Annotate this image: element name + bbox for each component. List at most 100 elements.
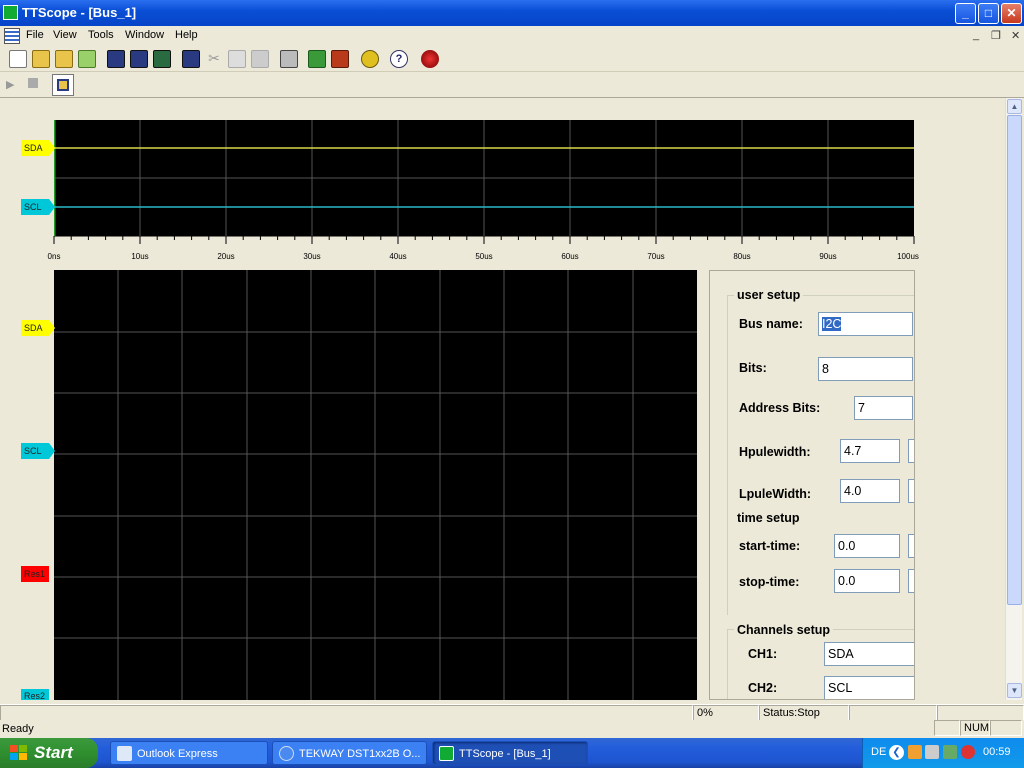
window-title: TTScope - [Bus_1] [22,5,137,20]
print-icon[interactable] [280,50,298,68]
cut-icon[interactable]: ✂ [205,50,223,68]
start-button[interactable]: Start [0,738,98,768]
lpulse-unit-field[interactable] [908,479,914,503]
signal-icon[interactable] [943,745,957,759]
menu-tools[interactable]: Tools [88,29,114,41]
time-tick-7: 70us [647,252,665,261]
scroll-up-arrow-icon[interactable]: ▲ [1007,99,1022,114]
main-scl-tag[interactable]: SCL [21,443,55,459]
disconnect-icon[interactable] [331,50,349,68]
lpulse-label: LpuleWidth: [739,487,812,501]
main-res2-tag[interactable]: Res2 [21,689,49,700]
main-plot[interactable] [54,270,697,700]
settings-gear-icon[interactable] [361,50,379,68]
hpulse-unit-field[interactable] [908,439,914,463]
internet-explorer-icon [279,746,294,761]
close-button[interactable]: ✕ [1001,3,1022,24]
progress-text: 0% [693,705,759,721]
clock[interactable]: 00:59 [983,746,1011,758]
status-pane-4 [937,705,1024,721]
menu-view[interactable]: View [53,29,77,41]
bits-label: Bits: [739,361,767,375]
hpulse-input[interactable]: 4.7 [840,439,900,463]
stop-icon[interactable] [28,78,38,88]
time-tick-3: 30us [303,252,321,261]
save-icon[interactable] [107,50,125,68]
start-label: Start [34,743,73,762]
copy-icon[interactable] [228,50,246,68]
setup-panel: user setup Bus name: I2C Bits: 8 Address… [709,270,915,700]
task-ttscope[interactable]: TTScope - [Bus_1] [432,741,588,765]
num-lock-indicator: NUM [960,720,990,736]
vertical-scrollbar[interactable]: ▲ ▼ [1005,98,1022,700]
menu-window[interactable]: Window [125,29,164,41]
play-icon[interactable]: ▶ [6,78,14,91]
start-time-unit-field[interactable] [908,534,914,558]
save-as-icon[interactable] [130,50,148,68]
stop-time-unit-field[interactable] [908,569,914,593]
time-axis [53,236,915,244]
record-icon[interactable] [421,50,439,68]
tray-app-icon[interactable] [908,745,922,759]
window-view-icon[interactable] [52,74,74,96]
overview-scl-tag[interactable]: SCL [21,199,55,215]
open-recent-icon[interactable] [78,50,96,68]
main-res1-tag[interactable]: Res1 [21,566,49,582]
time-setup-title: time setup [734,511,803,525]
task-tekway[interactable]: TEKWAY DST1xx2B O... [272,741,427,765]
start-time-input[interactable]: 0.0 [834,534,900,558]
language-indicator[interactable]: DE [871,746,886,758]
security-icon[interactable] [961,745,975,759]
windows-logo-icon [10,745,27,760]
app-icon[interactable] [3,5,18,20]
hpulse-label: Hpulewidth: [739,445,811,459]
network-icon[interactable] [925,745,939,759]
menu-help[interactable]: Help [175,29,198,41]
mdi-close-button[interactable]: ✕ [1011,29,1020,42]
time-tick-0: 0ns [47,252,61,261]
time-tick-8: 80us [733,252,751,261]
stop-time-input[interactable]: 0.0 [834,569,900,593]
menu-file[interactable]: File [26,29,44,41]
scroll-down-arrow-icon[interactable]: ▼ [1007,683,1022,698]
mdi-minimize-button[interactable]: _ [973,29,979,41]
lpulse-input[interactable]: 4.0 [840,479,900,503]
time-tick-4: 40us [389,252,407,261]
address-bits-label: Address Bits: [739,401,821,415]
time-tick-2: 20us [217,252,235,261]
time-tick-6: 60us [561,252,579,261]
open-folder-icon[interactable] [32,50,50,68]
ch2-label: CH2: [748,681,778,695]
open-folder-alt-icon[interactable] [55,50,73,68]
paste-icon[interactable] [251,50,269,68]
overview-sda-tag[interactable]: SDA [21,140,55,156]
stop-time-label: stop-time: [739,575,800,589]
outlook-express-icon [117,746,132,761]
ttscope-icon [439,746,454,761]
bus-name-label: Bus name: [739,317,803,331]
help-icon[interactable]: ? [390,50,408,68]
ch1-input[interactable]: SDA [824,642,914,666]
bus-name-input[interactable]: I2C [818,312,913,336]
minimize-button[interactable]: _ [955,3,976,24]
address-bits-input[interactable]: 7 [854,396,913,420]
new-file-icon[interactable] [9,50,27,68]
mdi-restore-button[interactable]: ❐ [991,29,1001,42]
bits-input[interactable]: 8 [818,357,913,381]
ch2-input[interactable]: SCL [824,676,914,699]
tray-expand-icon[interactable]: ❮ [889,745,904,760]
menu-bar: File View Tools Window Help _ ❐ ✕ [0,26,1024,46]
connect-icon[interactable] [308,50,326,68]
ready-text: Ready [2,723,34,735]
save-all-icon[interactable] [153,50,171,68]
scroll-thumb[interactable] [1007,115,1022,605]
export-icon[interactable] [182,50,200,68]
time-tick-1: 10us [131,252,149,261]
maximize-button[interactable]: □ [978,3,999,24]
main-sda-tag[interactable]: SDA [21,320,55,336]
task-outlook-express[interactable]: Outlook Express [110,741,268,765]
app-status-bar: Ready NUM [0,720,1024,738]
overview-plot[interactable] [54,120,914,236]
status-pane-scroll [990,720,1022,736]
document-icon[interactable] [4,28,20,44]
